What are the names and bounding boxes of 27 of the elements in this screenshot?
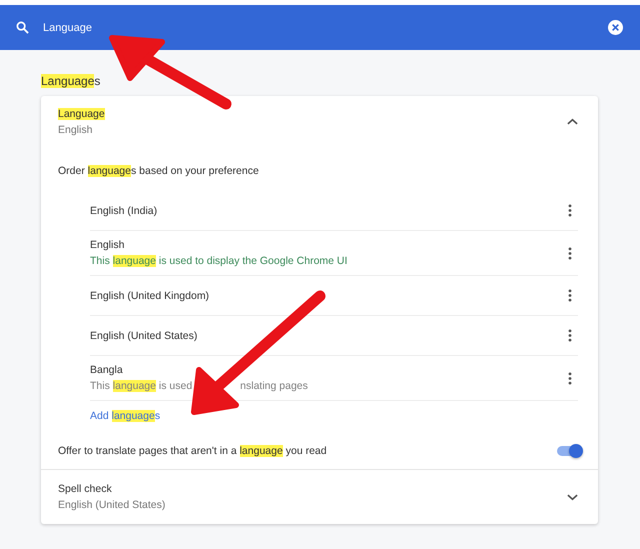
language-note: This language is used to display the Google Chrome UI: [90, 254, 348, 269]
language-note: nslating pages: [240, 379, 308, 394]
search-icon[interactable]: [16, 21, 29, 34]
language-name: English: [90, 238, 126, 253]
more-options-icon[interactable]: [568, 289, 572, 302]
clear-search-icon[interactable]: [608, 20, 623, 35]
section-title: Languages: [41, 74, 102, 90]
panel-subtitle: English: [58, 123, 94, 138]
order-hint: Order languages based on your preference: [57, 164, 260, 179]
more-options-icon[interactable]: [568, 372, 572, 384]
language-name: Bangla: [90, 363, 124, 378]
language-name: English (India): [90, 204, 158, 218]
panel-title: Spell check: [58, 482, 113, 497]
expand-icon[interactable]: [567, 493, 578, 501]
language-name: English (United Kingdom): [90, 288, 210, 304]
more-options-icon[interactable]: [568, 329, 572, 342]
more-options-icon[interactable]: [568, 246, 572, 260]
more-options-icon[interactable]: [568, 204, 572, 217]
language-name: English (United States): [90, 328, 198, 344]
panel-subtitle: English (United States): [58, 498, 166, 513]
toggle-switch[interactable]: [557, 446, 581, 456]
search-field[interactable]: Language: [43, 22, 608, 34]
collapse-icon[interactable]: [567, 118, 578, 126]
panel-title: Language: [58, 107, 105, 122]
add-languages-link[interactable]: Add languages: [90, 408, 160, 424]
language-note: This language is used: [90, 379, 192, 394]
translate-offer-label: Offer to translate pages that aren't in a language you read: [58, 445, 327, 457]
